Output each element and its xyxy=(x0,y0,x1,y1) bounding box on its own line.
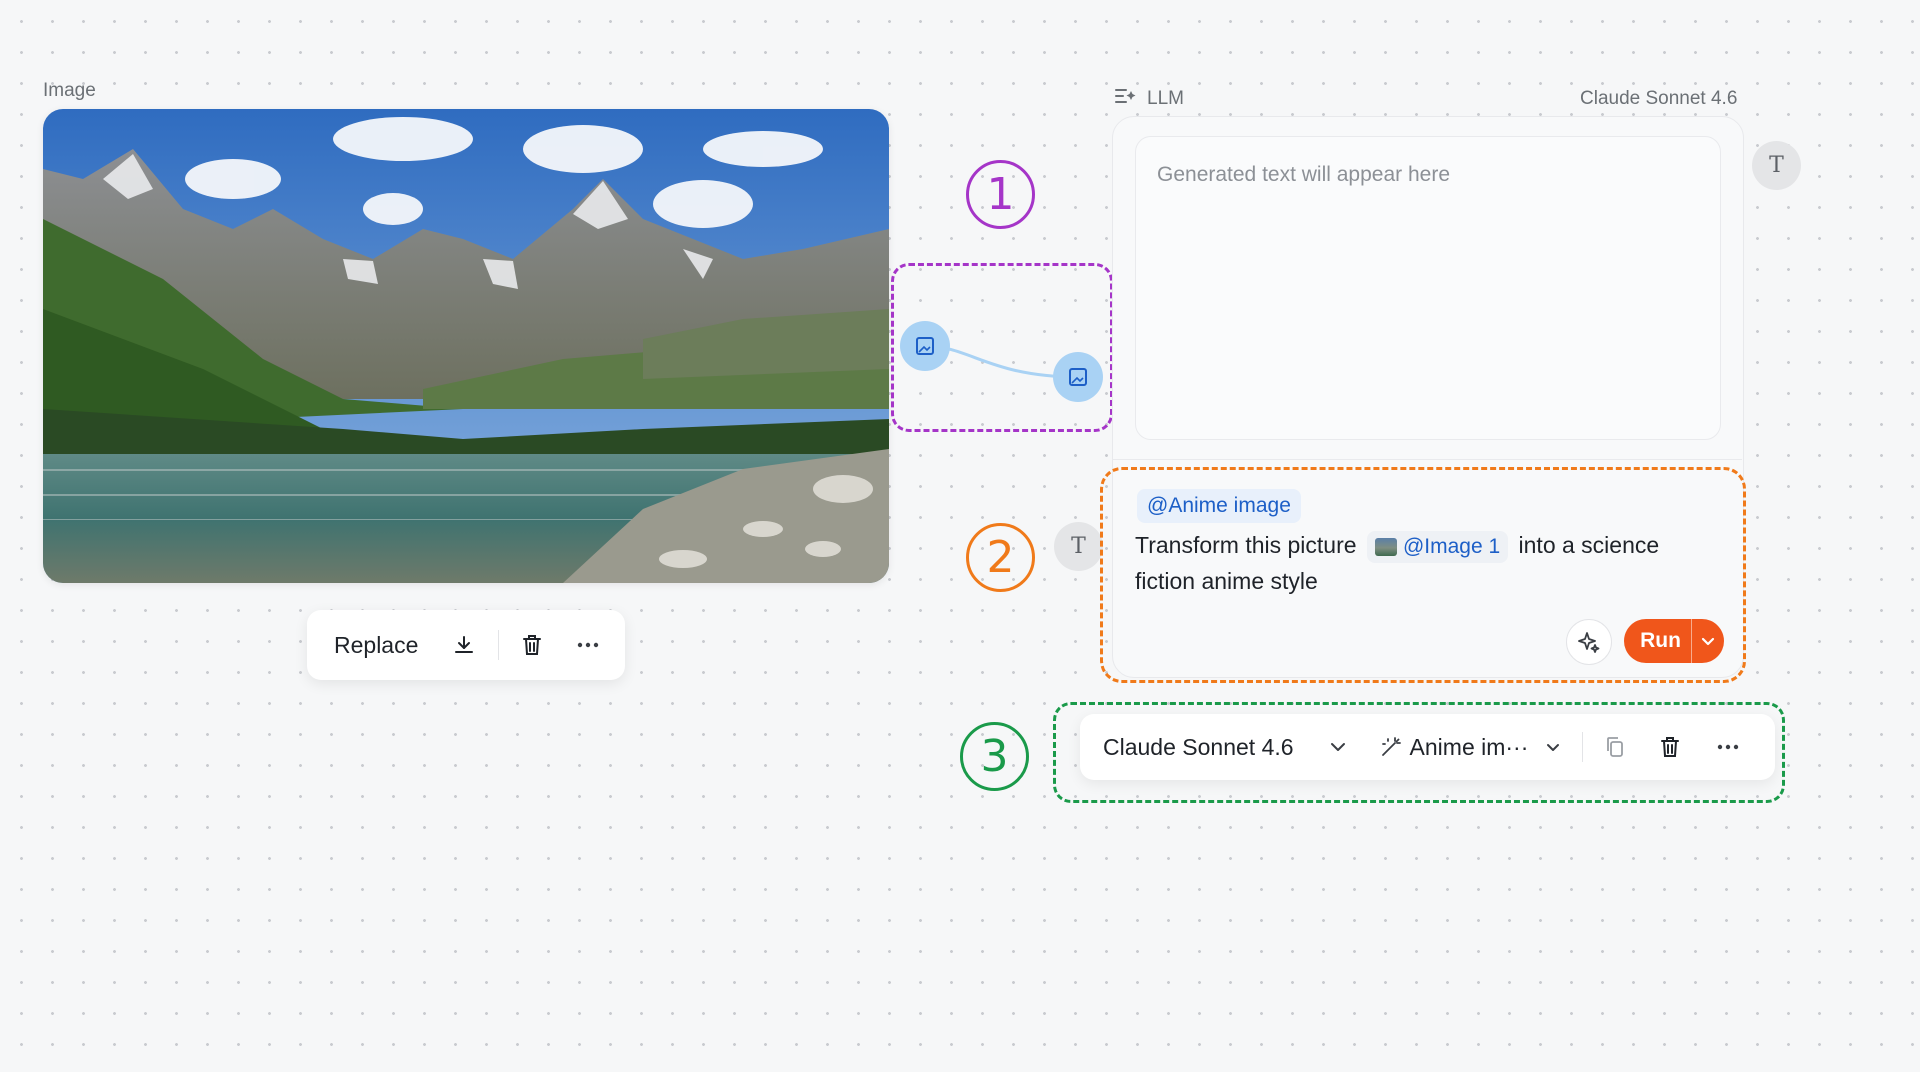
llm-node-header: LLM xyxy=(1115,87,1184,111)
image-preview[interactable] xyxy=(43,109,889,583)
replace-button[interactable]: Replace xyxy=(334,632,418,659)
trash-icon[interactable] xyxy=(521,633,543,657)
card-divider xyxy=(1112,459,1742,460)
output-placeholder: Generated text will appear here xyxy=(1157,163,1451,186)
text-input-handle[interactable]: T xyxy=(1054,522,1103,571)
annotation-box-3 xyxy=(1053,702,1785,803)
llm-node-title: LLM xyxy=(1147,88,1184,109)
download-icon[interactable] xyxy=(452,633,476,657)
text-output-handle[interactable]: T xyxy=(1752,141,1801,190)
annotation-number-2: 2 xyxy=(966,523,1035,592)
annotation-box-1 xyxy=(891,263,1113,432)
toolbar-divider xyxy=(498,630,500,660)
annotation-box-2 xyxy=(1100,467,1746,683)
landscape-image xyxy=(43,109,889,583)
image-toolbar: Replace xyxy=(307,610,625,680)
llm-node-model-label: Claude Sonnet 4.6 xyxy=(1580,88,1738,109)
annotation-number-3: 3 xyxy=(960,722,1029,791)
image-node-label: Image xyxy=(43,80,96,101)
more-icon[interactable] xyxy=(577,642,599,648)
generated-output-area[interactable]: Generated text will appear here xyxy=(1135,136,1721,440)
annotation-number-1: 1 xyxy=(966,160,1035,229)
llm-icon xyxy=(1115,87,1137,111)
